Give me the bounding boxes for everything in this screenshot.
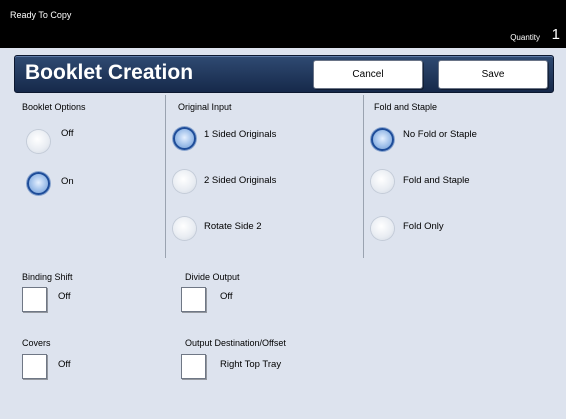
radio-rotate-side-2-label[interactable]: Rotate Side 2	[204, 221, 262, 232]
covers-button[interactable]	[22, 354, 47, 379]
radio-fold-and-staple-label[interactable]: Fold and Staple	[403, 175, 470, 186]
original-input-heading: Original Input	[178, 102, 232, 112]
output-destination-label: Output Destination/Offset	[185, 338, 286, 348]
radio-fold-only-label[interactable]: Fold Only	[403, 221, 444, 232]
radio-2-sided-originals[interactable]	[173, 170, 196, 193]
page-title: Booklet Creation	[25, 61, 194, 84]
binding-shift-button[interactable]	[22, 287, 47, 312]
divide-output-label: Divide Output	[185, 272, 240, 282]
settings-panel	[14, 93, 552, 415]
status-bar: Ready To Copy Quantity 1	[0, 0, 566, 48]
radio-booklet-off-label[interactable]: Off	[61, 128, 74, 139]
binding-shift-label: Binding Shift	[22, 272, 73, 282]
covers-value: Off	[58, 359, 71, 370]
fold-staple-heading: Fold and Staple	[374, 102, 438, 112]
radio-booklet-on[interactable]	[27, 172, 50, 195]
quantity-label: Quantity	[510, 33, 540, 42]
covers-label: Covers	[22, 338, 51, 348]
radio-1-sided-originals[interactable]	[173, 127, 196, 150]
column-divider	[165, 95, 166, 258]
radio-no-fold-or-staple-label[interactable]: No Fold or Staple	[403, 129, 477, 140]
radio-booklet-off[interactable]	[27, 130, 50, 153]
binding-shift-value: Off	[58, 291, 71, 302]
title-bar: Booklet Creation Cancel Save	[14, 55, 554, 93]
divide-output-button[interactable]	[181, 287, 206, 312]
output-destination-button[interactable]	[181, 354, 206, 379]
radio-rotate-side-2[interactable]	[173, 217, 196, 240]
divide-output-value: Off	[220, 291, 233, 302]
output-destination-value: Right Top Tray	[220, 359, 282, 370]
booklet-options-heading: Booklet Options	[22, 102, 86, 112]
quantity-value: 1	[551, 26, 560, 43]
radio-fold-and-staple[interactable]	[371, 170, 394, 193]
radio-2-sided-originals-label[interactable]: 2 Sided Originals	[204, 175, 276, 186]
radio-fold-only[interactable]	[371, 217, 394, 240]
radio-booklet-on-label[interactable]: On	[61, 176, 74, 187]
cancel-button[interactable]: Cancel	[313, 60, 423, 89]
machine-status: Ready To Copy	[10, 10, 72, 20]
radio-1-sided-originals-label[interactable]: 1 Sided Originals	[204, 129, 276, 140]
radio-no-fold-or-staple[interactable]	[371, 128, 394, 151]
save-button[interactable]: Save	[438, 60, 548, 89]
column-divider	[363, 95, 364, 258]
